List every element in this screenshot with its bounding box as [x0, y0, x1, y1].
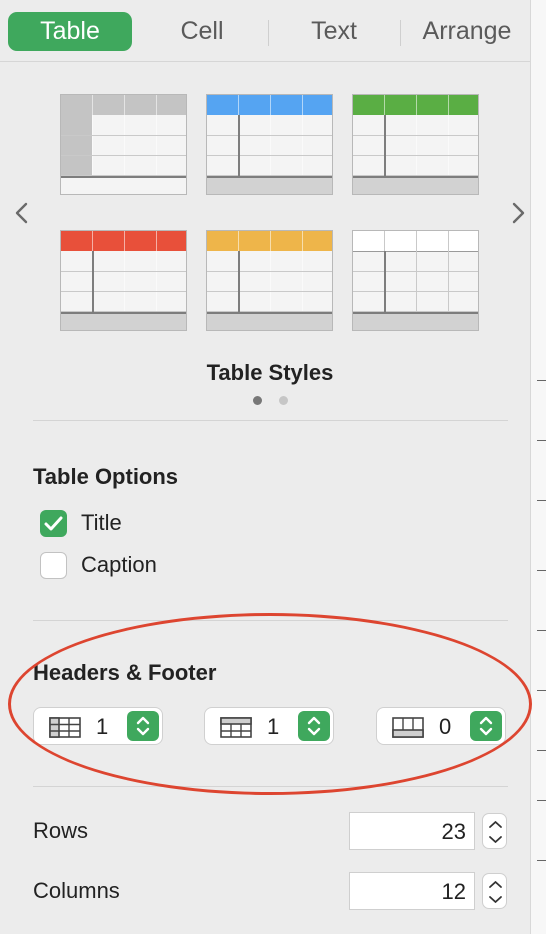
chevron-left-icon[interactable]	[10, 196, 34, 230]
header-rows-value: 1	[96, 714, 109, 739]
table-gridline	[537, 860, 546, 861]
section-divider	[33, 420, 508, 421]
rows-stepper[interactable]	[482, 813, 507, 849]
columns-value: 12	[441, 879, 466, 904]
header-row-table-icon	[220, 717, 252, 738]
footer-rows-stepper[interactable]: 0	[376, 707, 506, 745]
header-rows-stepper[interactable]: 1	[33, 707, 163, 745]
table-gridline	[537, 630, 546, 631]
document-canvas-edge	[530, 0, 546, 934]
table-style-gray[interactable]	[60, 94, 187, 195]
rows-value: 23	[441, 819, 466, 844]
page-indicator-dot[interactable]	[279, 396, 288, 405]
footer-rows-value: 0	[439, 714, 452, 739]
stepper-arrows-button[interactable]	[298, 711, 330, 741]
up-down-arrows-icon	[136, 716, 150, 736]
table-style-green[interactable]	[352, 94, 479, 195]
caption-checkbox-label: Caption	[81, 552, 157, 577]
up-down-arrows-icon	[479, 716, 493, 736]
title-checkbox[interactable]	[40, 510, 67, 537]
table-gridline	[537, 800, 546, 801]
caption-checkbox[interactable]	[40, 552, 67, 579]
table-gridline	[537, 440, 546, 441]
table-styles-title: Table Styles	[206, 360, 334, 385]
inspector-tab-bar: Table Cell Text Arrange	[0, 0, 530, 62]
up-down-arrows-icon	[489, 881, 502, 903]
table-options-title: Table Options	[33, 464, 179, 489]
header-columns-value: 1	[267, 714, 280, 739]
up-down-arrows-icon	[307, 716, 321, 736]
format-inspector-panel: Table Cell Text Arrange Table Styles Tab…	[0, 0, 530, 934]
table-style-plain[interactable]	[352, 230, 479, 331]
tab-separator	[400, 20, 401, 46]
up-down-arrows-icon	[489, 821, 502, 843]
section-divider	[33, 620, 508, 621]
columns-stepper[interactable]	[482, 873, 507, 909]
checkmark-icon	[44, 516, 63, 531]
columns-field[interactable]: 12	[349, 872, 475, 910]
header-columns-stepper[interactable]: 1	[204, 707, 334, 745]
table-gridline	[537, 380, 546, 381]
table-style-blue[interactable]	[206, 94, 333, 195]
headers-footer-title: Headers & Footer	[33, 660, 217, 685]
tab-arrange[interactable]: Arrange	[404, 12, 530, 51]
table-style-red[interactable]	[60, 230, 187, 331]
columns-label: Columns	[33, 878, 120, 903]
tab-cell[interactable]: Cell	[140, 12, 264, 51]
stepper-arrows-button[interactable]	[470, 711, 502, 741]
title-checkbox-label: Title	[81, 510, 122, 535]
section-divider	[33, 786, 508, 787]
rows-field[interactable]: 23	[349, 812, 475, 850]
page-indicator-dot-active[interactable]	[253, 396, 262, 405]
chevron-right-icon[interactable]	[506, 196, 530, 230]
header-column-table-icon	[49, 717, 81, 738]
stepper-arrows-button[interactable]	[127, 711, 159, 741]
table-gridline	[537, 690, 546, 691]
tab-separator	[268, 20, 269, 46]
table-gridline	[537, 570, 546, 571]
tab-text[interactable]: Text	[272, 12, 396, 51]
footer-row-table-icon	[392, 717, 424, 738]
table-gridline	[537, 750, 546, 751]
rows-label: Rows	[33, 818, 89, 843]
table-style-orange[interactable]	[206, 230, 333, 331]
table-gridline	[537, 500, 546, 501]
tab-table[interactable]: Table	[8, 12, 132, 51]
